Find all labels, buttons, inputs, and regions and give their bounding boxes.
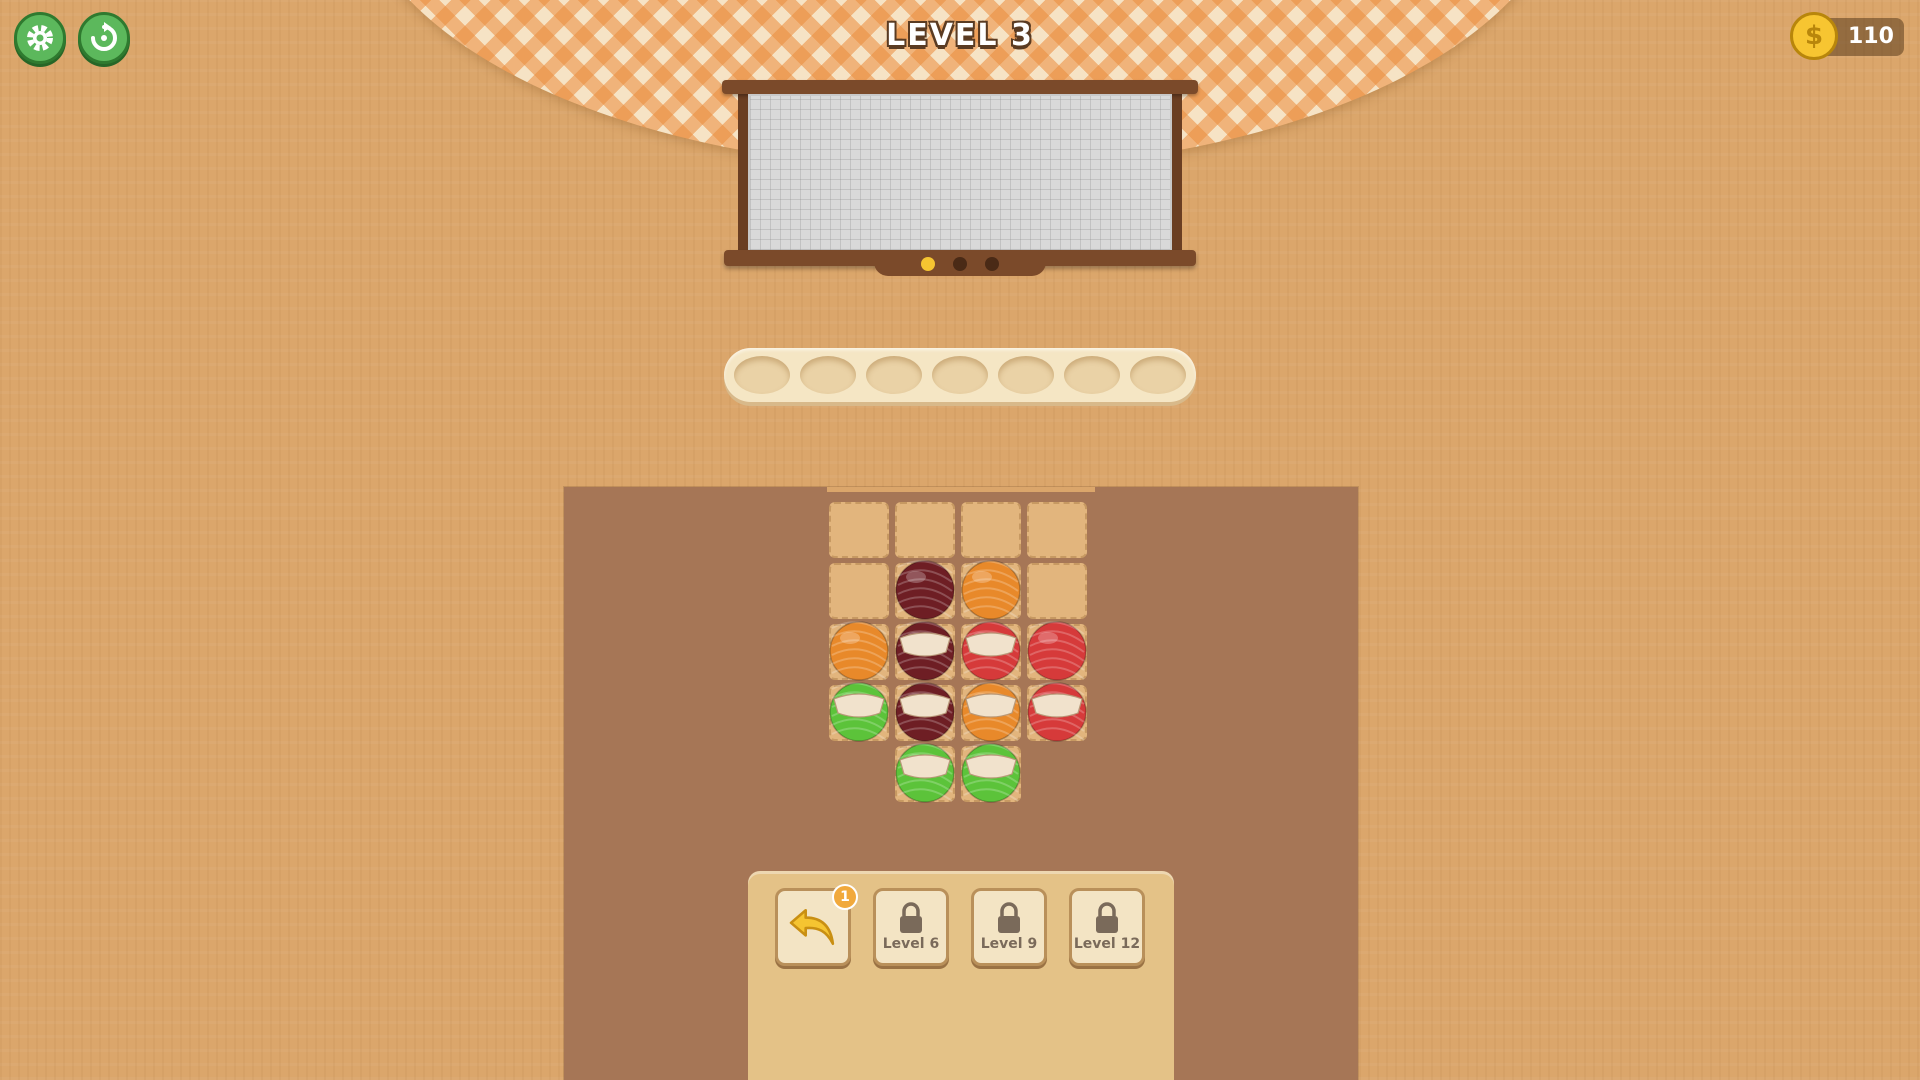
yarn-ball-orange-wrapped[interactable] <box>960 681 1022 743</box>
board-cell <box>829 502 889 558</box>
yarn-ball-maroon[interactable] <box>894 559 956 621</box>
tool-label: Level 6 <box>882 936 940 952</box>
locked-tool-level-6[interactable]: Level 6 <box>873 888 949 966</box>
undo-count-badge: 1 <box>832 884 858 910</box>
tool-label: Level 9 <box>980 936 1038 952</box>
yarn-ball-orange[interactable] <box>960 559 1022 621</box>
lock-icon <box>998 902 1020 933</box>
progress-dot <box>953 257 967 271</box>
board-cell <box>829 563 889 619</box>
board-cell <box>895 502 955 558</box>
yarn-ball-maroon-wrapped[interactable] <box>894 620 956 682</box>
lock-icon <box>900 902 922 933</box>
embroidery-canvas <box>748 94 1172 252</box>
holder-slot[interactable] <box>1064 356 1120 394</box>
board-cell <box>961 502 1021 558</box>
lock-icon <box>1096 902 1118 933</box>
frame-right-post <box>1172 90 1182 260</box>
coin-icon: $ <box>1790 12 1838 60</box>
board-cell <box>1027 502 1087 558</box>
yarn-holder-tray <box>724 348 1196 402</box>
undo-arrow-icon <box>789 908 835 946</box>
holder-slot[interactable] <box>734 356 790 394</box>
yarn-ball-green-wrapped[interactable] <box>894 742 956 804</box>
yarn-ball-orange[interactable] <box>828 620 890 682</box>
progress-dot <box>921 257 935 271</box>
yarn-ball-red-wrapped[interactable] <box>1026 681 1088 743</box>
level-title: LEVEL 3 <box>886 18 1034 53</box>
board-notch <box>827 487 1095 492</box>
holder-slot[interactable] <box>866 356 922 394</box>
tool-label: Level 12 <box>1073 936 1141 952</box>
yarn-ball-red[interactable] <box>1026 620 1088 682</box>
holder-slot[interactable] <box>932 356 988 394</box>
holder-slot[interactable] <box>800 356 856 394</box>
locked-tool-level-12[interactable]: Level 12 <box>1069 888 1145 966</box>
frame-left-post <box>738 90 748 260</box>
locked-tool-level-9[interactable]: Level 9 <box>971 888 1047 966</box>
yarn-ball-maroon-wrapped[interactable] <box>894 681 956 743</box>
board-cell <box>1027 563 1087 619</box>
frame-top-bar <box>722 80 1198 94</box>
progress-dot <box>985 257 999 271</box>
holder-slot[interactable] <box>998 356 1054 394</box>
coin-count: 110 <box>1848 24 1894 49</box>
holder-slot[interactable] <box>1130 356 1186 394</box>
yarn-ball-red-wrapped[interactable] <box>960 620 1022 682</box>
yarn-ball-green-wrapped[interactable] <box>960 742 1022 804</box>
yarn-ball-green-wrapped[interactable] <box>828 681 890 743</box>
